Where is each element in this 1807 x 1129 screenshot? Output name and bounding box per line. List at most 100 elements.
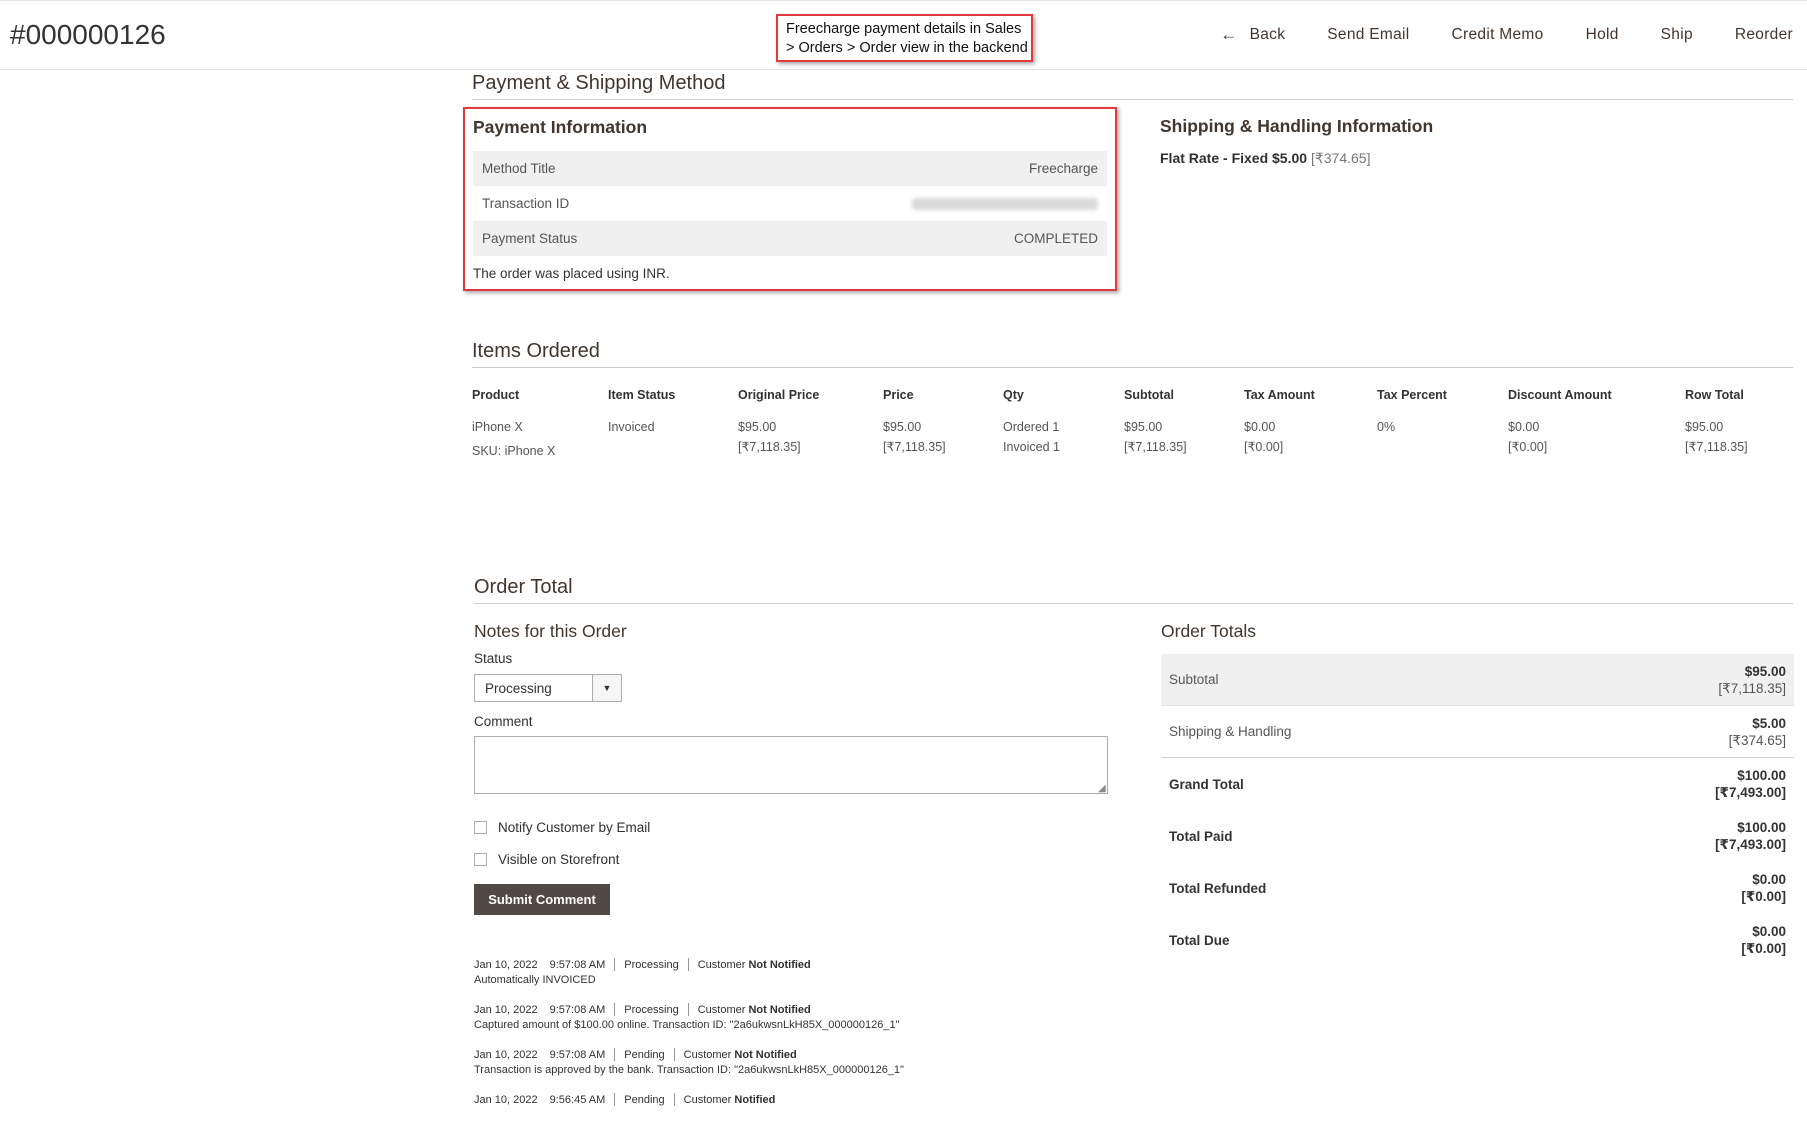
column-header: Subtotal — [1124, 388, 1174, 402]
chevron-down-icon[interactable]: ▼ — [592, 675, 621, 701]
payment-shipping-section-title: Payment & Shipping Method — [472, 72, 726, 94]
comment-label: Comment — [474, 714, 533, 729]
history-note: Transaction is approved by the bank. Tra… — [474, 1064, 904, 1076]
history-notified: Not Notified — [748, 958, 811, 971]
reorder-button[interactable]: Reorder — [1735, 25, 1793, 45]
product-name: iPhone X — [472, 420, 523, 434]
row-total-cell: $95.00 [₹7,118.35] — [1685, 417, 1785, 461]
history-item: Jan 10, 2022 9:57:08 AM Pending Customer… — [474, 1048, 904, 1076]
history-status: Processing — [624, 958, 679, 971]
total-refunded-value: $0.00 — [1752, 872, 1786, 887]
history-note: Captured amount of $100.00 online. Trans… — [474, 1019, 900, 1031]
history-date: Jan 10, 2022 — [474, 1048, 538, 1061]
column-header: Original Price — [738, 388, 820, 402]
status-label: Status — [474, 651, 513, 666]
history-customer: Customer — [683, 1093, 732, 1106]
submit-comment-button[interactable]: Submit Comment — [474, 884, 610, 915]
history-status: Pending — [624, 1048, 665, 1061]
subtotal-label: Subtotal — [1169, 672, 1219, 687]
shipping-converted: [₹374.65] — [1728, 732, 1786, 748]
currency-note: The order was placed using INR. — [473, 266, 670, 281]
history-status: Pending — [624, 1093, 665, 1106]
credit-memo-button[interactable]: Credit Memo — [1452, 25, 1544, 45]
tax-amount: $0.00 — [1244, 420, 1276, 434]
payment-row-status: Payment Status COMPLETED — [473, 221, 1107, 256]
ship-button[interactable]: Ship — [1661, 25, 1693, 45]
payment-status-label: Payment Status — [482, 231, 578, 246]
section-divider — [472, 367, 1793, 368]
notify-customer-checkbox[interactable] — [474, 821, 487, 834]
comment-textarea[interactable] — [474, 736, 1108, 794]
original-price-cell: $95.00 [₹7,118.35] — [738, 417, 883, 461]
column-header: Tax Percent — [1377, 388, 1447, 402]
shipping-label: Shipping & Handling — [1169, 724, 1292, 739]
total-due-value: $0.00 — [1752, 924, 1786, 939]
column-header: Row Total — [1685, 388, 1744, 402]
order-totals-title: Order Totals — [1161, 621, 1256, 641]
tax-amount-converted: [₹0.00] — [1244, 440, 1284, 454]
history-status: Processing — [624, 1003, 679, 1016]
send-email-button[interactable]: Send Email — [1327, 25, 1409, 45]
original-price: $95.00 — [738, 420, 777, 434]
qty-ordered: Ordered 1 — [1003, 420, 1060, 434]
arrow-left-icon: ← — [1220, 25, 1238, 44]
column-header: Price — [883, 388, 914, 402]
totals-row-shipping: Shipping & Handling $5.00 [₹374.65] — [1161, 706, 1794, 758]
table-row: iPhone X SKU: iPhone X Invoiced $95.00 [… — [472, 417, 1785, 461]
product-cell: iPhone X SKU: iPhone X — [472, 417, 608, 461]
history-notified: Notified — [734, 1093, 776, 1106]
history-notified: Not Notified — [748, 1003, 811, 1016]
visible-storefront-label: Visible on Storefront — [498, 852, 620, 867]
item-status-cell: Invoiced — [608, 420, 655, 434]
status-select[interactable]: Processing ▼ — [474, 674, 622, 702]
price-converted: [₹7,118.35] — [883, 440, 946, 454]
section-divider — [472, 99, 1793, 100]
history-time: 9:57:08 AM — [549, 1003, 606, 1016]
grand-total-label: Grand Total — [1169, 776, 1244, 792]
subtotal-cell: $95.00 [₹7,118.35] — [1124, 417, 1244, 461]
payment-row-transaction: Transaction ID — [473, 186, 1107, 221]
page-header: #000000126 Freecharge payment details in… — [0, 0, 1807, 70]
transaction-id-redacted — [912, 197, 1098, 210]
table-header-row: Product Item Status Original Price Price… — [472, 388, 1785, 417]
subtotal: $95.00 — [1124, 420, 1163, 434]
items-ordered-table: Product Item Status Original Price Price… — [472, 388, 1785, 461]
notify-customer-label: Notify Customer by Email — [498, 820, 651, 835]
hold-button[interactable]: Hold — [1586, 25, 1619, 45]
back-label: Back — [1249, 26, 1286, 43]
payment-information-title: Payment Information — [473, 117, 648, 137]
history-customer: Customer — [697, 1003, 746, 1016]
visible-storefront-checkbox[interactable] — [474, 853, 487, 866]
history-time: 9:56:45 AM — [549, 1093, 606, 1106]
order-totals-table: Subtotal $95.00 [₹7,118.35] Shipping & H… — [1161, 654, 1794, 966]
notify-customer-row: Notify Customer by Email — [474, 820, 650, 835]
price-cell: $95.00 [₹7,118.35] — [883, 417, 1003, 461]
payment-info-table: Method Title Freecharge Transaction ID P… — [473, 151, 1107, 256]
total-paid-converted: [₹7,493.00] — [1715, 837, 1786, 852]
history-item: Jan 10, 2022 9:56:45 AM Pending Customer… — [474, 1093, 775, 1106]
resize-grip-icon[interactable]: ◢ — [1098, 783, 1106, 794]
method-title-label: Method Title — [482, 161, 556, 176]
totals-row-total-refunded: Total Refunded $0.00 [₹0.00] — [1161, 862, 1794, 914]
grand-total-value: $100.00 — [1737, 768, 1786, 783]
discount-amount: $0.00 — [1508, 420, 1540, 434]
status-select-value: Processing — [485, 681, 552, 696]
shipping-method: Flat Rate - Fixed $5.00 [₹374.65] — [1160, 150, 1370, 167]
history-time: 9:57:08 AM — [549, 1048, 606, 1061]
notes-title: Notes for this Order — [474, 621, 627, 641]
history-note: Automatically INVOICED — [474, 974, 596, 986]
tax-amount-cell: $0.00 [₹0.00] — [1244, 417, 1377, 461]
discount-amount-converted: [₹0.00] — [1508, 440, 1548, 454]
page-actions: ← Back Send Email Credit Memo Hold Ship … — [1178, 25, 1807, 45]
grand-total-converted: [₹7,493.00] — [1715, 785, 1786, 800]
qty-cell: Ordered 1 Invoiced 1 — [1003, 417, 1124, 461]
total-paid-label: Total Paid — [1169, 828, 1233, 844]
original-price-converted: [₹7,118.35] — [738, 440, 801, 454]
history-customer: Customer — [697, 958, 746, 971]
qty-invoiced: Invoiced 1 — [1003, 440, 1060, 454]
transaction-id-label: Transaction ID — [482, 196, 570, 211]
column-header: Qty — [1003, 388, 1024, 402]
history-date: Jan 10, 2022 — [474, 1093, 538, 1106]
row-total: $95.00 — [1685, 420, 1724, 434]
back-button[interactable]: ← Back — [1220, 25, 1285, 45]
